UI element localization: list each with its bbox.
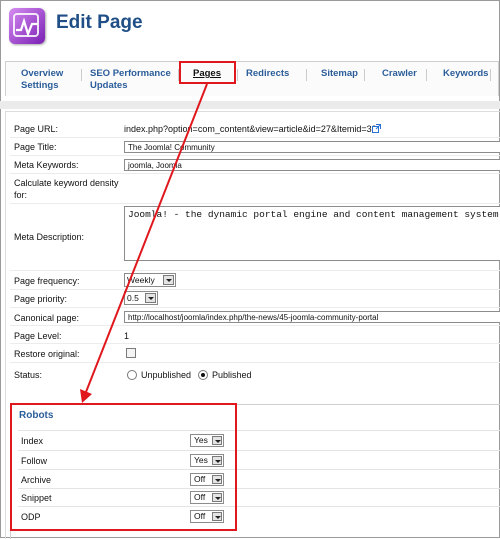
annotation-arrow [80, 83, 208, 403]
